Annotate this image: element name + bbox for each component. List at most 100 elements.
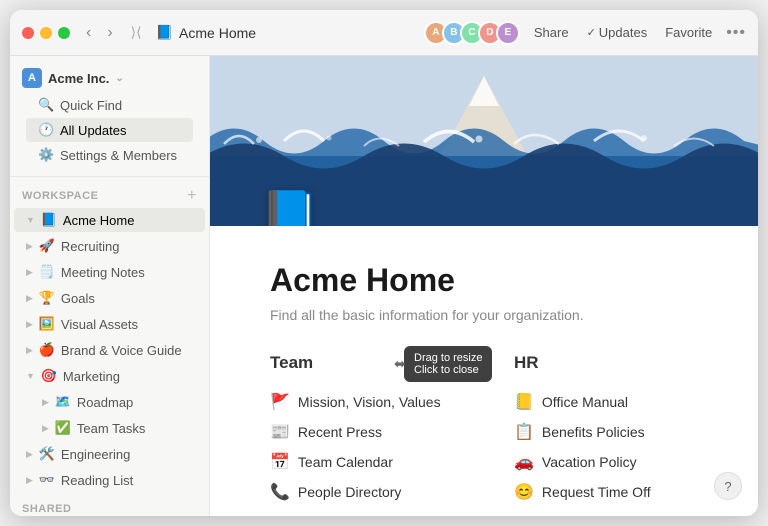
vacation-policy-link-text: Vacation Policy <box>542 454 637 470</box>
link-expense-policy[interactable]: 💳 Expense Policy <box>514 507 698 516</box>
expand-arrow-icon: ▶ <box>26 293 33 304</box>
workspace-name[interactable]: A Acme Inc. ⌄ <box>22 64 197 92</box>
hr-column-title: HR <box>514 353 698 373</box>
expense-policy-icon: 💳 <box>514 512 534 516</box>
main-layout: A Acme Inc. ⌄ 🔍 Quick Find 🕐 All Updates… <box>10 56 758 516</box>
gear-icon: ⚙️ <box>38 147 54 163</box>
vacation-policy-icon: 🚗 <box>514 452 534 472</box>
recent-press-icon: 📰 <box>270 422 290 442</box>
sidebar-item-quick-find[interactable]: 🔍 Quick Find <box>26 93 193 117</box>
page-title-breadcrumb: 📘 Acme Home <box>156 24 256 41</box>
sidebar-item-marketing[interactable]: ▼ 🎯 Marketing <box>14 364 205 388</box>
all-updates-label: All Updates <box>60 123 126 138</box>
sidebar: A Acme Inc. ⌄ 🔍 Quick Find 🕐 All Updates… <box>10 56 210 516</box>
toolbar-right: A B C D E Share ✓ Updates Favorite ••• <box>424 21 746 45</box>
sidebar-item-all-updates[interactable]: 🕐 All Updates <box>26 118 193 142</box>
link-mission[interactable]: 🚩 Mission, Vision, Values <box>270 387 454 417</box>
sidebar-item-engineering[interactable]: ▶ 🛠️ Engineering <box>14 442 205 466</box>
share-button[interactable]: Share <box>530 23 573 42</box>
acme-home-icon: 📘 <box>41 212 57 228</box>
minimize-button[interactable] <box>40 27 52 39</box>
add-workspace-item-button[interactable]: + <box>187 187 197 205</box>
visual-assets-label: Visual Assets <box>61 317 138 332</box>
goals-label: Goals <box>61 291 95 306</box>
sidebar-item-visual-assets[interactable]: ▶ 🖼️ Visual Assets <box>14 312 205 336</box>
team-column: Team 🚩 Mission, Vision, Values 📰 Recent … <box>270 353 454 516</box>
link-vacation-policy[interactable]: 🚗 Vacation Policy <box>514 447 698 477</box>
link-people-directory[interactable]: 📞 People Directory <box>270 477 454 507</box>
window-title: Acme Home <box>179 25 256 41</box>
recruiting-icon: 🚀 <box>39 238 55 254</box>
expand-arrow-icon: ▶ <box>42 397 49 408</box>
expand-arrow-icon: ▶ <box>26 345 33 356</box>
request-time-off-link-text: Request Time Off <box>542 484 651 500</box>
recruiting-label: Recruiting <box>61 239 120 254</box>
expand-arrow-icon: ▼ <box>26 371 35 381</box>
close-button[interactable] <box>22 27 34 39</box>
meeting-notes-label: Meeting Notes <box>61 265 145 280</box>
recent-press-link-text: Recent Press <box>298 424 382 440</box>
brand-voice-label: Brand & Voice Guide <box>61 343 182 358</box>
marketing-label: Marketing <box>63 369 120 384</box>
request-time-off-icon: 😊 <box>514 482 534 502</box>
updates-button[interactable]: ✓ Updates <box>583 23 652 42</box>
reading-list-icon: 👓 <box>39 472 55 488</box>
workspace-caret-icon: ⌄ <box>115 73 123 84</box>
people-directory-icon: 📞 <box>270 482 290 502</box>
sidebar-item-meeting-notes[interactable]: ▶ 🗒️ Meeting Notes <box>14 260 205 284</box>
roadmap-icon: 🗺️ <box>55 394 71 410</box>
sidebar-item-acme-home[interactable]: ▼ 📘 Acme Home <box>14 208 205 232</box>
content-columns: Team 🚩 Mission, Vision, Values 📰 Recent … <box>270 353 698 516</box>
avatar-5: E <box>496 21 520 45</box>
workspace-name-label: Acme Inc. <box>48 71 109 86</box>
link-team-calendar[interactable]: 📅 Team Calendar <box>270 447 454 477</box>
link-office-manual[interactable]: 📒 Office Manual <box>514 387 698 417</box>
traffic-lights <box>22 27 70 39</box>
shared-section-label: SHARED <box>22 503 71 515</box>
meeting-notes-icon: 🗒️ <box>39 264 55 280</box>
expand-arrow-icon: ▶ <box>42 423 49 434</box>
sidebar-item-goals[interactable]: ▶ 🏆 Goals <box>14 286 205 310</box>
more-options-button[interactable]: ••• <box>726 24 746 42</box>
team-calendar-link-text: Team Calendar <box>298 454 393 470</box>
mission-link-text: Mission, Vision, Values <box>298 394 441 410</box>
back-button[interactable]: ‹ <box>82 22 95 44</box>
link-benefits-policies[interactable]: 📋 Benefits Policies <box>514 417 698 447</box>
marketing-icon: 🎯 <box>41 368 57 384</box>
check-icon: ✓ <box>587 26 596 39</box>
fullscreen-button[interactable] <box>58 27 70 39</box>
collapse-sidebar-button[interactable]: ⟩⟨ <box>125 22 148 43</box>
sidebar-item-brand-voice[interactable]: ▶ 🍎 Brand & Voice Guide <box>14 338 205 362</box>
forward-button[interactable]: › <box>103 22 116 44</box>
updates-label: Updates <box>599 25 647 40</box>
sidebar-item-team-tasks[interactable]: ▶ ✅ Team Tasks <box>14 416 205 440</box>
team-tasks-label: Team Tasks <box>77 421 145 436</box>
favorite-button[interactable]: Favorite <box>661 23 716 42</box>
office-manual-link-text: Office Manual <box>542 394 628 410</box>
help-button[interactable]: ? <box>714 472 742 500</box>
sidebar-item-recruiting[interactable]: ▶ 🚀 Recruiting <box>14 234 205 258</box>
page-content: Acme Home Find all the basic information… <box>210 226 758 516</box>
sidebar-item-settings[interactable]: ⚙️ Settings & Members <box>26 143 193 167</box>
workspace-icon: A <box>22 68 42 88</box>
expand-arrow-icon: ▶ <box>26 449 33 460</box>
quick-find-label: Quick Find <box>60 98 122 113</box>
link-recent-press[interactable]: 📰 Recent Press <box>270 417 454 447</box>
team-calendar-icon: 📅 <box>270 452 290 472</box>
workspace-section-label: WORKSPACE <box>22 190 98 202</box>
hr-column: HR 📒 Office Manual 📋 Benefits Policies 🚗… <box>514 353 698 516</box>
expand-arrow-icon: ▼ <box>26 215 35 225</box>
mission-icon: 🚩 <box>270 392 290 412</box>
hero-image: 📘 <box>210 56 758 226</box>
sidebar-item-reading-list[interactable]: ▶ 👓 Reading List <box>14 468 205 492</box>
team-tasks-icon: ✅ <box>55 420 71 436</box>
page-icon: 📘 <box>156 24 173 41</box>
link-request-time-off[interactable]: 😊 Request Time Off <box>514 477 698 507</box>
visual-assets-icon: 🖼️ <box>39 316 55 332</box>
goals-icon: 🏆 <box>39 290 55 306</box>
settings-label: Settings & Members <box>60 148 177 163</box>
roadmap-label: Roadmap <box>77 395 133 410</box>
expand-arrow-icon: ▶ <box>26 267 33 278</box>
sidebar-item-roadmap[interactable]: ▶ 🗺️ Roadmap <box>14 390 205 414</box>
sidebar-top: A Acme Inc. ⌄ 🔍 Quick Find 🕐 All Updates… <box>10 56 209 177</box>
